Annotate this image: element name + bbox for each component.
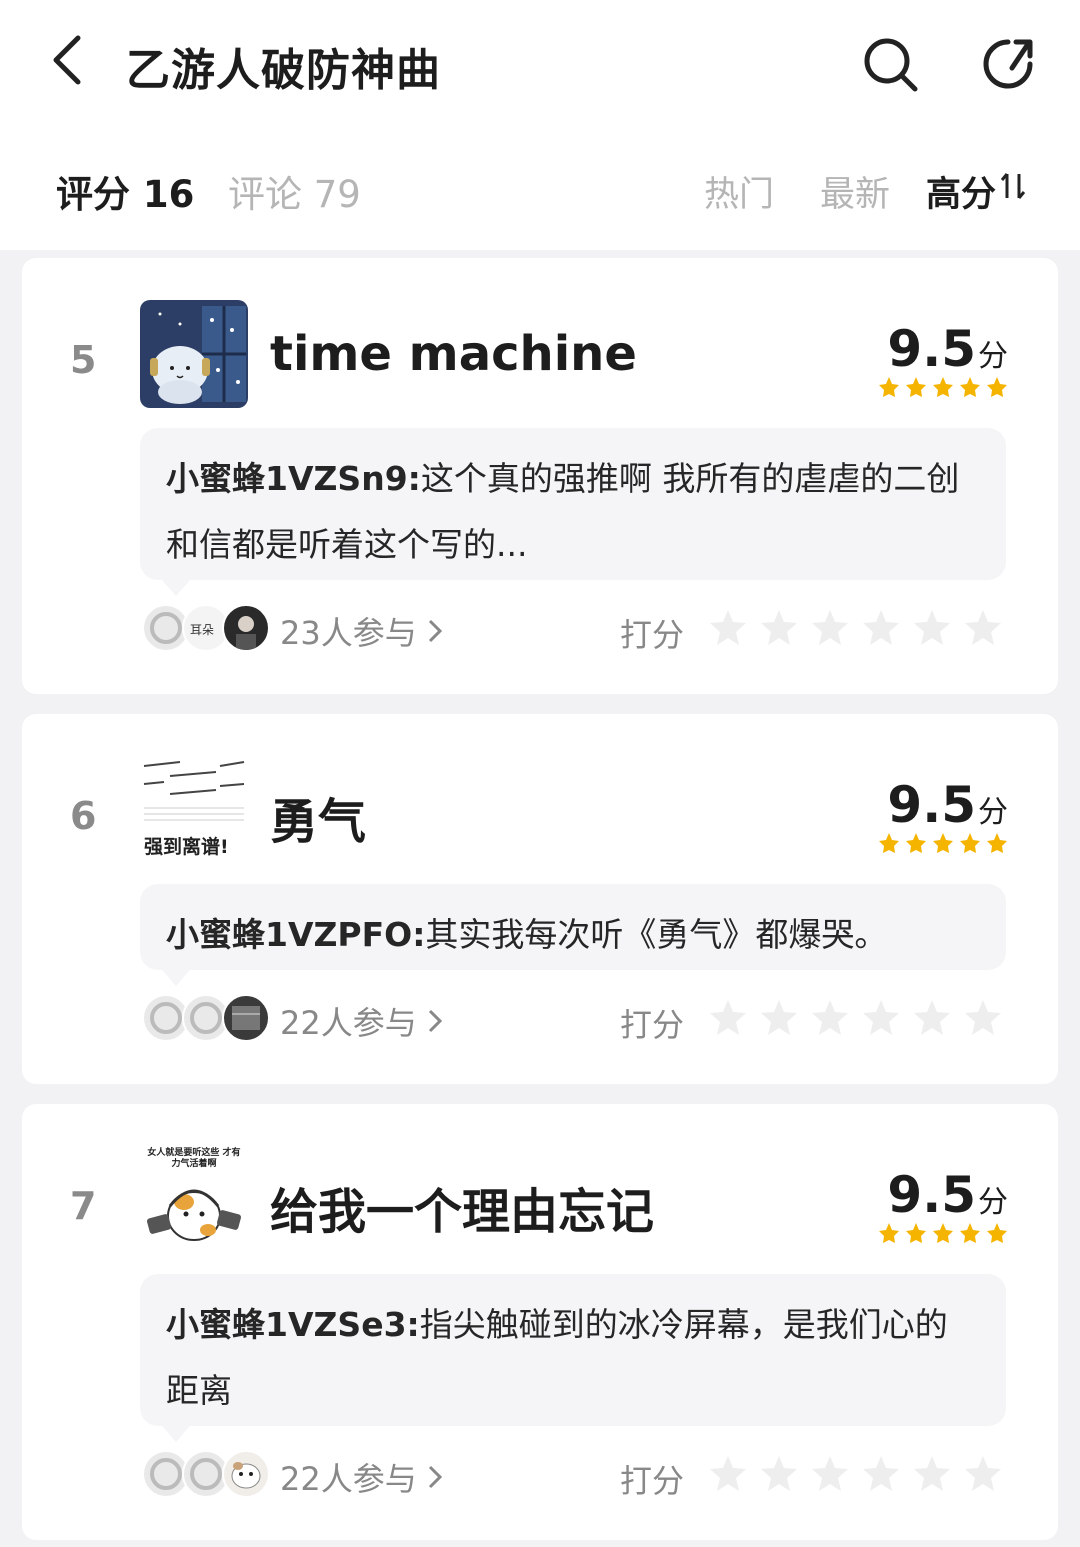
participants-link[interactable]: 22人参与	[280, 1454, 443, 1500]
avatar	[222, 1450, 270, 1498]
sort-hot[interactable]: 热门	[704, 166, 774, 217]
svg-text:耳朵: 耳朵	[190, 623, 214, 637]
page-title: 乙游人破防神曲	[126, 45, 441, 96]
comment-user: 小蜜蜂1VZPFO:	[166, 915, 426, 954]
chevron-right-icon	[428, 619, 443, 643]
rate-stars[interactable]	[708, 998, 1008, 1040]
cover-caption: 强到离谱!	[144, 836, 229, 858]
score-unit: 分	[978, 795, 1008, 830]
score-stars	[879, 1223, 1007, 1243]
participants-count: 22人参与	[280, 1460, 417, 1498]
score-unit: 分	[978, 339, 1008, 374]
score-value: 9.5	[887, 1166, 976, 1224]
chevron-right-icon	[428, 1465, 443, 1489]
score-value: 9.5	[887, 320, 976, 378]
sort-high[interactable]: 高分	[926, 166, 996, 217]
back-arrow-icon[interactable]	[44, 30, 94, 90]
rate-label: 打分	[620, 1462, 685, 1500]
search-icon[interactable]	[860, 34, 920, 94]
participants-link[interactable]: 23人参与	[280, 608, 443, 654]
rate-stars[interactable]	[708, 608, 1008, 650]
song-card[interactable]: 5 time machine 9.5分 小蜜蜂1VZSn9:这个真的强推啊 我所…	[22, 258, 1058, 694]
participant-avatars[interactable]: 耳朵	[142, 604, 270, 652]
tab-comments[interactable]: 评论 79	[228, 164, 361, 218]
top-comment[interactable]: 小蜜蜂1VZSn9:这个真的强推啊 我所有的虐虐的二创和信都是听着这个写的...	[140, 428, 1006, 596]
cover-caption: 女人就是要听这些 才有力气活着啊	[147, 1148, 241, 1169]
share-icon[interactable]	[978, 34, 1038, 94]
rank-number: 5	[70, 338, 97, 382]
participants-count: 23人参与	[280, 614, 417, 652]
chevron-right-icon	[428, 1009, 443, 1033]
rank-number: 7	[70, 1184, 97, 1228]
avatar	[222, 994, 270, 1042]
score-stars	[879, 833, 1007, 853]
rate-label: 打分	[620, 1006, 685, 1044]
comment-text: 其实我每次听《勇气》都爆哭。	[425, 915, 888, 954]
score-value: 9.5	[887, 776, 976, 834]
score-stars	[879, 377, 1007, 397]
participants-link[interactable]: 22人参与	[280, 998, 443, 1044]
avatar	[222, 604, 270, 652]
song-cover[interactable]: 女人就是要听这些 才有力气活着啊	[140, 1146, 248, 1254]
comment-user: 小蜜蜂1VZSn9:	[166, 459, 421, 498]
score: 9.5分	[887, 320, 1008, 378]
song-cover[interactable]	[140, 300, 248, 408]
score-unit: 分	[978, 1185, 1008, 1220]
tab-score[interactable]: 评分 16	[56, 164, 194, 218]
participant-avatars[interactable]	[142, 994, 270, 1042]
sort-new[interactable]: 最新	[820, 166, 890, 217]
participant-avatars[interactable]	[142, 1450, 270, 1498]
participants-count: 22人参与	[280, 1004, 417, 1042]
rate-stars[interactable]	[708, 1454, 1008, 1496]
top-comment[interactable]: 小蜜蜂1VZSe3:指尖触碰到的冰冷屏幕，是我们心的距离	[140, 1274, 1006, 1442]
top-bar: 乙游人破防神曲 评分 16 评论 79 热门 最新 高分	[0, 0, 1080, 250]
comment-user: 小蜜蜂1VZSe3:	[166, 1305, 420, 1344]
rank-number: 6	[70, 794, 97, 838]
song-title[interactable]: 勇气	[270, 782, 366, 852]
song-card[interactable]: 6 强到离谱! 勇气 9.5分 小蜜蜂1VZPFO:其实我每次听《勇气》都爆哭。…	[22, 714, 1058, 1084]
song-title[interactable]: 给我一个理由忘记	[270, 1172, 654, 1242]
song-title[interactable]: time machine	[270, 326, 637, 382]
top-comment[interactable]: 小蜜蜂1VZPFO:其实我每次听《勇气》都爆哭。	[140, 884, 1006, 986]
sort-icon[interactable]	[1000, 170, 1026, 202]
score: 9.5分	[887, 1166, 1008, 1224]
song-cover[interactable]: 强到离谱!	[140, 756, 248, 864]
song-card[interactable]: 7 女人就是要听这些 才有力气活着啊 给我一个理由忘记 9.5分 小蜜蜂1VZS…	[22, 1104, 1058, 1540]
rate-label: 打分	[620, 616, 685, 654]
score: 9.5分	[887, 776, 1008, 834]
